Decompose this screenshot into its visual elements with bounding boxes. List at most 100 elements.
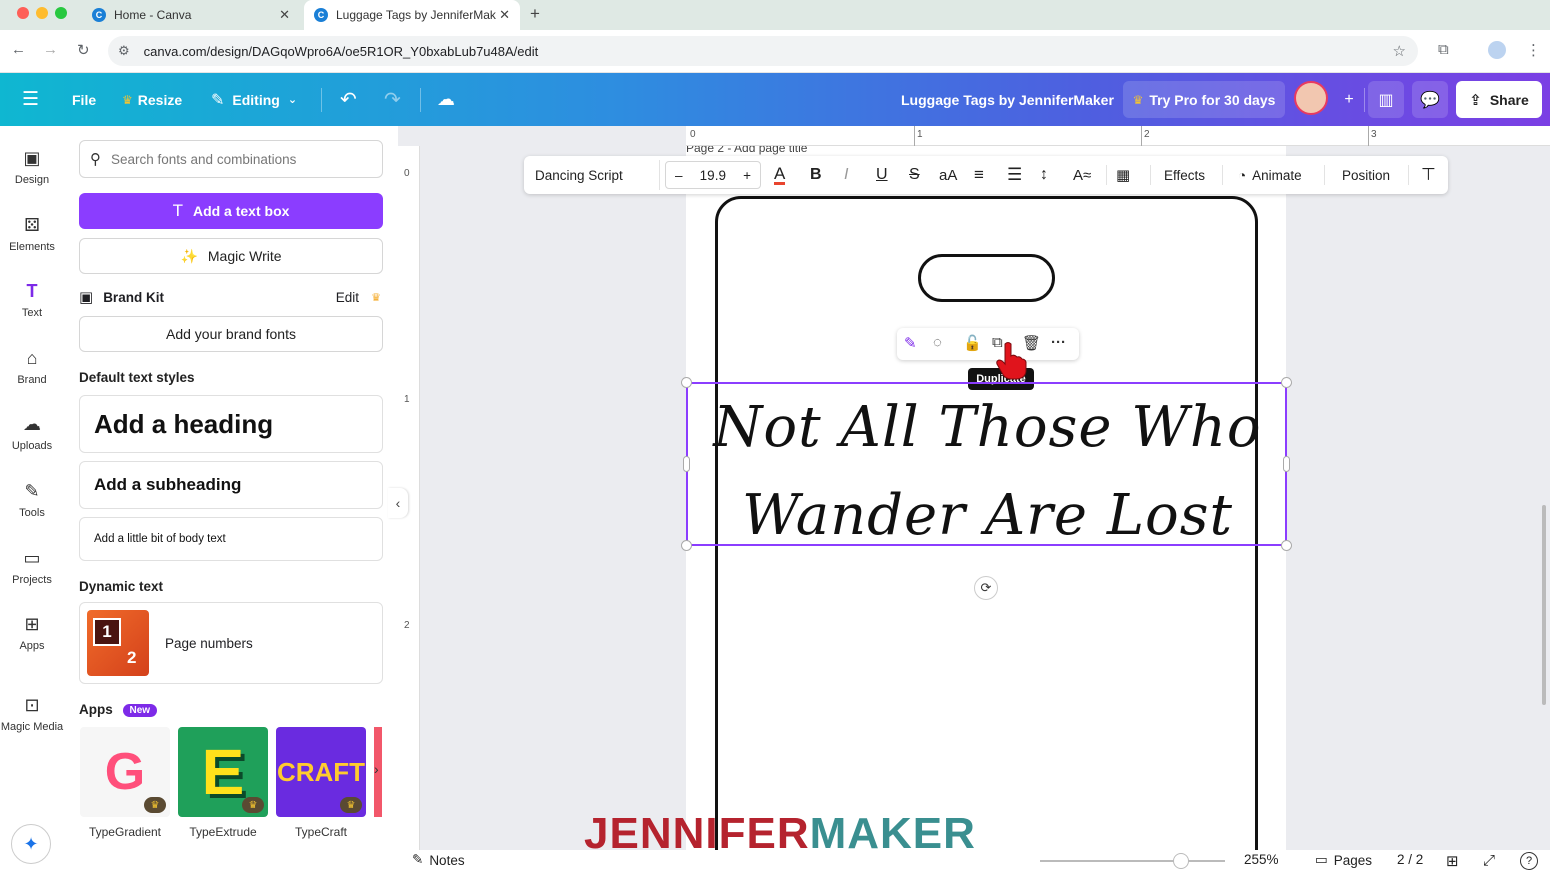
editing-mode-dropdown[interactable]: ✎ Editing ⌄ [211, 73, 297, 126]
browser-menu-icon[interactable]: ⋮ [1526, 41, 1541, 59]
lock-icon[interactable]: 🔓 [963, 334, 982, 352]
rail-item-text[interactable]: T Text [0, 281, 64, 319]
notes-button[interactable]: ✎ Notes [412, 852, 465, 868]
rail-item-elements[interactable]: ⚄ Elements [0, 215, 64, 253]
font-size-stepper[interactable]: – 19.9 + [665, 161, 761, 189]
resize-handle-bottom-left[interactable] [681, 540, 692, 551]
luggage-tag-slot[interactable] [918, 254, 1055, 302]
grid-view-icon[interactable]: ⊞ [1446, 852, 1459, 870]
increase-size-button[interactable]: + [743, 168, 751, 183]
elements-icon: ⚄ [24, 215, 40, 235]
document-title[interactable]: Luggage Tags by JenniferMaker [901, 73, 1114, 126]
bold-icon[interactable]: B [810, 156, 822, 194]
effects-button[interactable]: Effects [1164, 156, 1205, 194]
close-window-button[interactable] [17, 7, 29, 19]
address-bar[interactable]: ⚙ canva.com/design/DAGqoWpro6A/oe5R1OR_Y… [108, 36, 1418, 66]
resize-handle-top-right[interactable] [1281, 377, 1292, 388]
add-body-text-card[interactable]: Add a little bit of body text [79, 517, 383, 561]
minimize-window-button[interactable] [36, 7, 48, 19]
resize-handle-right[interactable] [1283, 456, 1290, 472]
search-input[interactable] [111, 151, 361, 167]
try-pro-button[interactable]: ♛ Try Pro for 30 days [1123, 81, 1285, 118]
back-icon[interactable]: ← [11, 41, 26, 58]
rail-item-apps[interactable]: ⊞ Apps [0, 614, 64, 652]
zoom-percentage[interactable]: 255% [1244, 852, 1279, 867]
italic-icon[interactable]: I [844, 156, 848, 194]
brand-kit-edit-link[interactable]: Edit [336, 290, 359, 305]
help-icon[interactable]: ? [1520, 852, 1538, 870]
text-color-icon[interactable]: A [774, 156, 786, 194]
align-center-icon[interactable]: ≡ [974, 156, 984, 194]
rail-item-design[interactable]: ▣ Design [0, 148, 64, 186]
magic-assistant-icon[interactable]: ✦ [11, 824, 51, 864]
position-button[interactable]: Position [1342, 156, 1390, 194]
transparency-icon[interactable]: ▦ [1116, 156, 1130, 194]
tag-script-text[interactable]: Not All Those Who Wander Are Lost [700, 384, 1275, 560]
app-tile-typecraft[interactable]: CRAFT ♛ [276, 727, 366, 817]
resize-handle-bottom-right[interactable] [1281, 540, 1292, 551]
new-tab-icon[interactable]: + [530, 4, 540, 24]
bookmark-star-icon[interactable]: ☆ [1393, 42, 1406, 60]
add-brand-fonts-button[interactable]: Add your brand fonts [79, 316, 383, 352]
page-numbers-card[interactable]: 1 2 Page numbers [79, 602, 383, 684]
browser-tab-home[interactable]: C Home - Canva ✕ [82, 0, 300, 30]
font-family-dropdown[interactable]: Dancing Script [528, 160, 660, 190]
resize-handle-left[interactable] [683, 456, 690, 472]
fullscreen-icon[interactable]: ⤢ [1483, 852, 1495, 869]
pages-button[interactable]: ▭ Pages [1315, 852, 1372, 868]
app-tile-typeextrude[interactable]: E ♛ [178, 727, 268, 817]
insights-chart-icon[interactable]: ▥ [1368, 81, 1404, 118]
rail-item-brand[interactable]: ⌂ Brand [0, 348, 64, 386]
font-size-value[interactable]: 19.9 [700, 168, 726, 183]
zoom-slider[interactable] [1040, 860, 1225, 862]
vertical-scrollbar[interactable] [1542, 505, 1546, 705]
rail-item-uploads[interactable]: ☁ Uploads [0, 414, 64, 452]
redo-icon[interactable]: ↷ [384, 73, 401, 126]
cloud-save-icon[interactable]: ☁ [437, 73, 455, 126]
font-search[interactable]: ⚲ [79, 140, 383, 178]
page-title[interactable]: Page 2 - Add page title [686, 146, 946, 156]
close-tab-icon[interactable]: ✕ [279, 7, 290, 23]
add-comment-icon[interactable]: ◌ [933, 334, 942, 351]
spacing-icon[interactable]: ↕ [1040, 156, 1048, 194]
maximize-window-button[interactable] [55, 7, 67, 19]
browser-tab-luggage[interactable]: C Luggage Tags by JenniferMak ✕ [304, 0, 520, 30]
app-tile-typegradient[interactable]: G ♛ [80, 727, 170, 817]
rail-item-magic-media[interactable]: ⊡ Magic Media [0, 695, 64, 733]
list-icon[interactable]: ☰ [1007, 156, 1022, 194]
cast-icon[interactable]: ⧉ [1438, 41, 1449, 58]
forward-icon[interactable]: → [43, 41, 58, 58]
decrease-size-button[interactable]: – [675, 168, 683, 183]
text-curve-icon[interactable]: A≈ [1073, 156, 1091, 194]
resize-handle-top-left[interactable] [681, 377, 692, 388]
add-heading-card[interactable]: Add a heading [79, 395, 383, 453]
animate-button[interactable]: ◔ Animate [1238, 156, 1302, 194]
rotate-icon[interactable]: ⟳ [974, 576, 998, 600]
comments-icon[interactable]: 💬 [1412, 81, 1448, 118]
chevron-right-icon[interactable]: › [374, 761, 379, 777]
resize-button[interactable]: ♛ Resize [122, 73, 182, 126]
hamburger-menu-icon[interactable]: ☰ [22, 73, 39, 126]
letter-case-button[interactable]: aA [939, 156, 957, 194]
reload-icon[interactable]: ↻ [77, 41, 90, 59]
collapse-panel-button[interactable]: ‹ [388, 488, 408, 518]
magic-edit-icon[interactable]: ✎ [904, 334, 917, 352]
underline-icon[interactable]: U [876, 156, 888, 194]
user-avatar[interactable] [1294, 81, 1328, 115]
invite-plus-icon[interactable]: + [1331, 81, 1367, 118]
zoom-slider-handle[interactable] [1172, 853, 1189, 869]
rail-item-tools[interactable]: ✎ Tools [0, 481, 64, 519]
site-info-icon[interactable]: ⚙ [118, 43, 130, 59]
rail-item-projects[interactable]: ▭ Projects [0, 548, 64, 586]
profile-avatar[interactable] [1488, 41, 1506, 59]
undo-icon[interactable]: ↶ [340, 73, 357, 126]
magic-write-button[interactable]: ✨ Magic Write [79, 238, 383, 274]
more-options-icon[interactable]: ··· [1051, 334, 1066, 351]
add-text-box-button[interactable]: T Add a text box [79, 193, 383, 229]
strikethrough-icon[interactable]: S [909, 156, 920, 194]
file-menu[interactable]: File [72, 73, 96, 126]
add-subheading-card[interactable]: Add a subheading [79, 461, 383, 509]
close-tab-icon[interactable]: ✕ [499, 7, 510, 23]
share-button[interactable]: ⇪ Share [1456, 81, 1542, 118]
paint-format-icon[interactable]: ⊤ [1421, 156, 1436, 194]
